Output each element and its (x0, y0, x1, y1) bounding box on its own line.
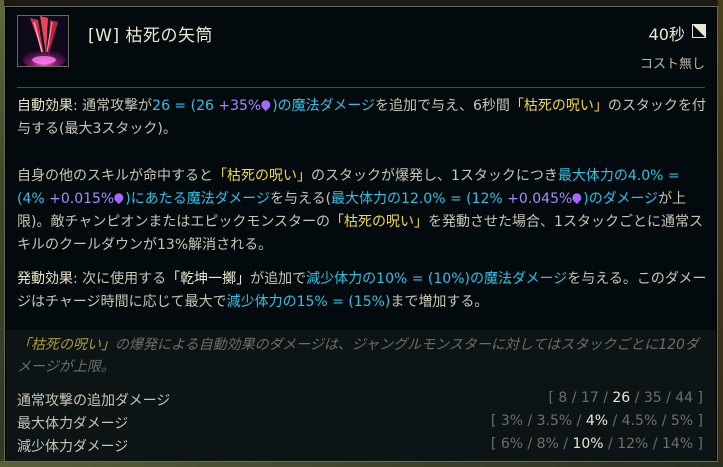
ability-power-icon (112, 191, 126, 205)
cooldown-value: 40秒 (648, 25, 685, 44)
passive-damage-type: )の魔法ダメージ (272, 98, 375, 114)
ability-title: [W] 枯死の矢筒 (88, 26, 213, 46)
scaling-row: 通常攻撃の追加ダメージ [ 8 / 17 / 26 / 35 / 44 ] (17, 390, 703, 412)
blight-keyword: 「枯死の呪い」 (330, 214, 429, 230)
scaling-values-suffix: / 35 / 44 ] (630, 390, 703, 406)
passive-damage-base: 26 = (26 (152, 98, 214, 114)
note-text: の爆発による自動効果のダメージは、ジャングルモンスターに対してはスタックごとに1… (17, 337, 699, 375)
ability-power-icon (259, 98, 273, 112)
active-label: 発動効果 (17, 271, 73, 287)
tooltip-header: [W] 枯死の矢筒 40秒 コスト無し (5, 7, 717, 89)
scaling-values-prefix: [ 6% / 8% / (490, 436, 573, 452)
cost-value: コスト無し (639, 57, 705, 72)
missing-health-damage: 減少体力の10% = (10%)の魔法ダメージ (306, 271, 568, 287)
stack-text: のスタックが爆発し、1スタックにつき (311, 168, 558, 184)
active-description: 発動効果: 次に使用する「乾坤一擲」が追加で減少体力の10% = (10%)の魔… (17, 268, 711, 314)
max-health-damage-ap: +0.015% (44, 191, 115, 207)
stack-description: 自身の他のスキルが命中すると「枯死の呪い」のスタックが爆発し、1スタックにつき最… (17, 165, 711, 257)
passive-text: : 通常攻撃が (73, 98, 153, 114)
stack-text: 自身の他のスキルが命中すると (17, 168, 213, 184)
scaling-values-prefix: [ 3% / 3.5% / (490, 413, 586, 429)
active-text: まで増加する。 (390, 294, 489, 310)
passive-damage: 26 = (26 +35% )の魔法ダメージ (152, 98, 375, 114)
damage-cap-type: )のダメージ (583, 191, 659, 207)
scaling-name: 最大体力ダメージ (17, 416, 129, 432)
missing-health-max-damage: 減少体力の15% = (15%) (226, 294, 391, 310)
max-health-damage-type: )にあたる魔法ダメージ (125, 191, 270, 207)
scaling-current-value: 10% (572, 436, 604, 452)
passive-damage-ap: +35% (213, 98, 262, 114)
scaling-current-value: 26 (612, 390, 631, 406)
damage-cap-base: 最大体力の12.0% = (12% (331, 191, 503, 207)
scaling-name: 減少体力ダメージ (17, 439, 129, 455)
stack-text: を与える( (270, 191, 332, 207)
jungle-cap-note: 「枯死の呪い」の爆発による自動効果のダメージは、ジャングルモンスターに対してはス… (17, 334, 707, 378)
scaling-values: [ 8 / 17 / 26 / 35 / 44 ] (549, 390, 703, 406)
ability-power-icon (570, 191, 584, 205)
scaling-values-suffix: / 4.5% / 5% ] (608, 413, 704, 429)
ability-tooltip: [W] 枯死の矢筒 40秒 コスト無し 自動効果: 通常攻撃が26 = (26 … (4, 6, 718, 462)
active-text: : 次に使用する (73, 271, 167, 287)
scaling-current-value: 4% (585, 413, 609, 429)
cooldown-icon (692, 23, 706, 38)
blight-quiver-icon (17, 15, 69, 67)
scaling-values-prefix: [ 8 / 17 / (548, 390, 613, 406)
piercing-arrow-keyword: 「乾坤一擲」 (166, 271, 251, 287)
scaling-row: 最大体力ダメージ [ 3% / 3.5% / 4% / 4.5% / 5% ] (17, 413, 703, 435)
scaling-row: 減少体力ダメージ [ 6% / 8% / 10% / 12% / 14% ] (17, 436, 703, 458)
blight-keyword: 「枯死の呪い」 (509, 98, 608, 114)
damage-cap-ap: +0.045% (502, 191, 573, 207)
active-text: が追加で (250, 271, 307, 287)
background-edge (718, 0, 723, 467)
header-divider (17, 87, 705, 88)
scaling-values-suffix: / 12% / 14% ] (603, 436, 703, 452)
passive-label: 自動効果 (17, 98, 73, 114)
passive-text: を追加で与え、6秒間 (374, 98, 510, 114)
passive-description: 自動効果: 通常攻撃が26 = (26 +35% )の魔法ダメージを追加で与え、6… (17, 95, 711, 141)
scaling-values: [ 6% / 8% / 10% / 12% / 14% ] (491, 436, 703, 452)
damage-cap: 最大体力の12.0% = (12% +0.045% )のダメージ (331, 191, 658, 207)
scaling-values: [ 3% / 3.5% / 4% / 4.5% / 5% ] (491, 413, 703, 429)
blight-keyword: 「枯死の呪い」 (17, 337, 115, 353)
tooltip-footer: 「枯死の呪い」の爆発による自動効果のダメージは、ジャングルモンスターに対してはス… (6, 330, 716, 461)
scaling-name: 通常攻撃の追加ダメージ (17, 393, 171, 409)
blight-keyword: 「枯死の呪い」 (213, 168, 311, 184)
